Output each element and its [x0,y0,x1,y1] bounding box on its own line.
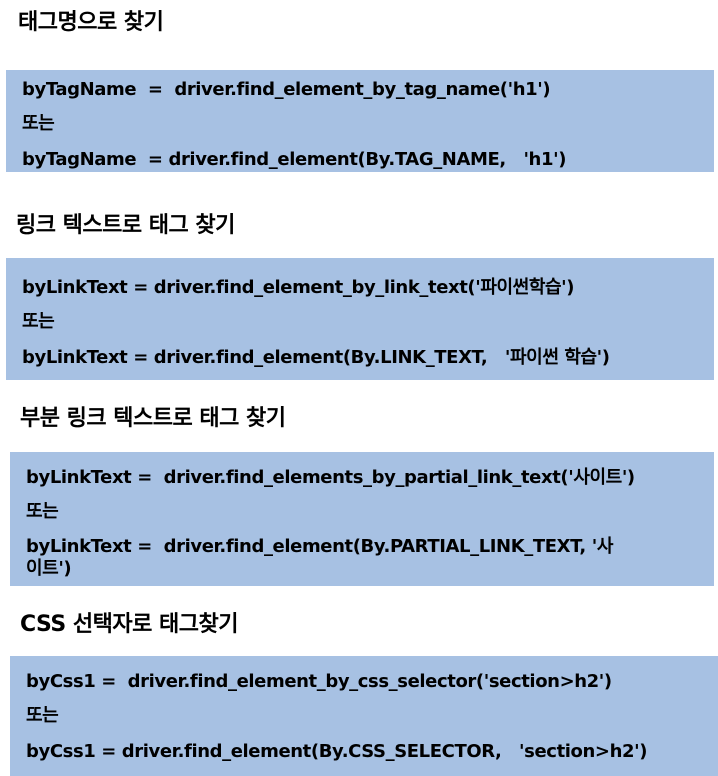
code-line-find-element-by-link-text: byLinkText = driver.find_element_by_link… [22,277,575,298]
code-line-find-element-partial-link-text: byLinkText = driver.find_element(By.PART… [26,536,614,579]
code-line-find-element-by-tag-name: byTagName = driver.find_element_by_tag_n… [22,79,551,100]
code-line-find-element-link-text: byLinkText = driver.find_element(By.LINK… [22,347,610,368]
section-heading-tag-name: 태그명으로 찾기 [18,10,164,35]
section-heading-css-selector: CSS 선택자로 태그찾기 [20,612,239,637]
code-line-find-element-css-selector: byCss1 = driver.find_element(By.CSS_SELE… [26,741,648,762]
code-line-find-element-by-css-selector: byCss1 = driver.find_element_by_css_sele… [26,671,612,692]
or-label: 또는 [26,705,59,726]
or-label: 또는 [22,311,55,332]
section-heading-link-text: 링크 텍스트로 태그 찾기 [16,213,235,238]
code-line-find-elements-by-partial-link-text: byLinkText = driver.find_elements_by_par… [26,467,635,488]
code-box-partial-link-text: byLinkText = driver.find_elements_by_par… [10,452,714,586]
code-box-link-text: byLinkText = driver.find_element_by_link… [6,258,714,380]
section-heading-partial-link-text: 부분 링크 텍스트로 태그 찾기 [20,406,286,431]
or-label: 또는 [26,501,59,522]
code-box-tag-name: byTagName = driver.find_element_by_tag_n… [6,70,714,172]
code-line-find-element-tag-name: byTagName = driver.find_element(By.TAG_N… [22,149,567,170]
code-box-css-selector: byCss1 = driver.find_element_by_css_sele… [10,656,718,776]
or-label: 또는 [22,113,55,134]
